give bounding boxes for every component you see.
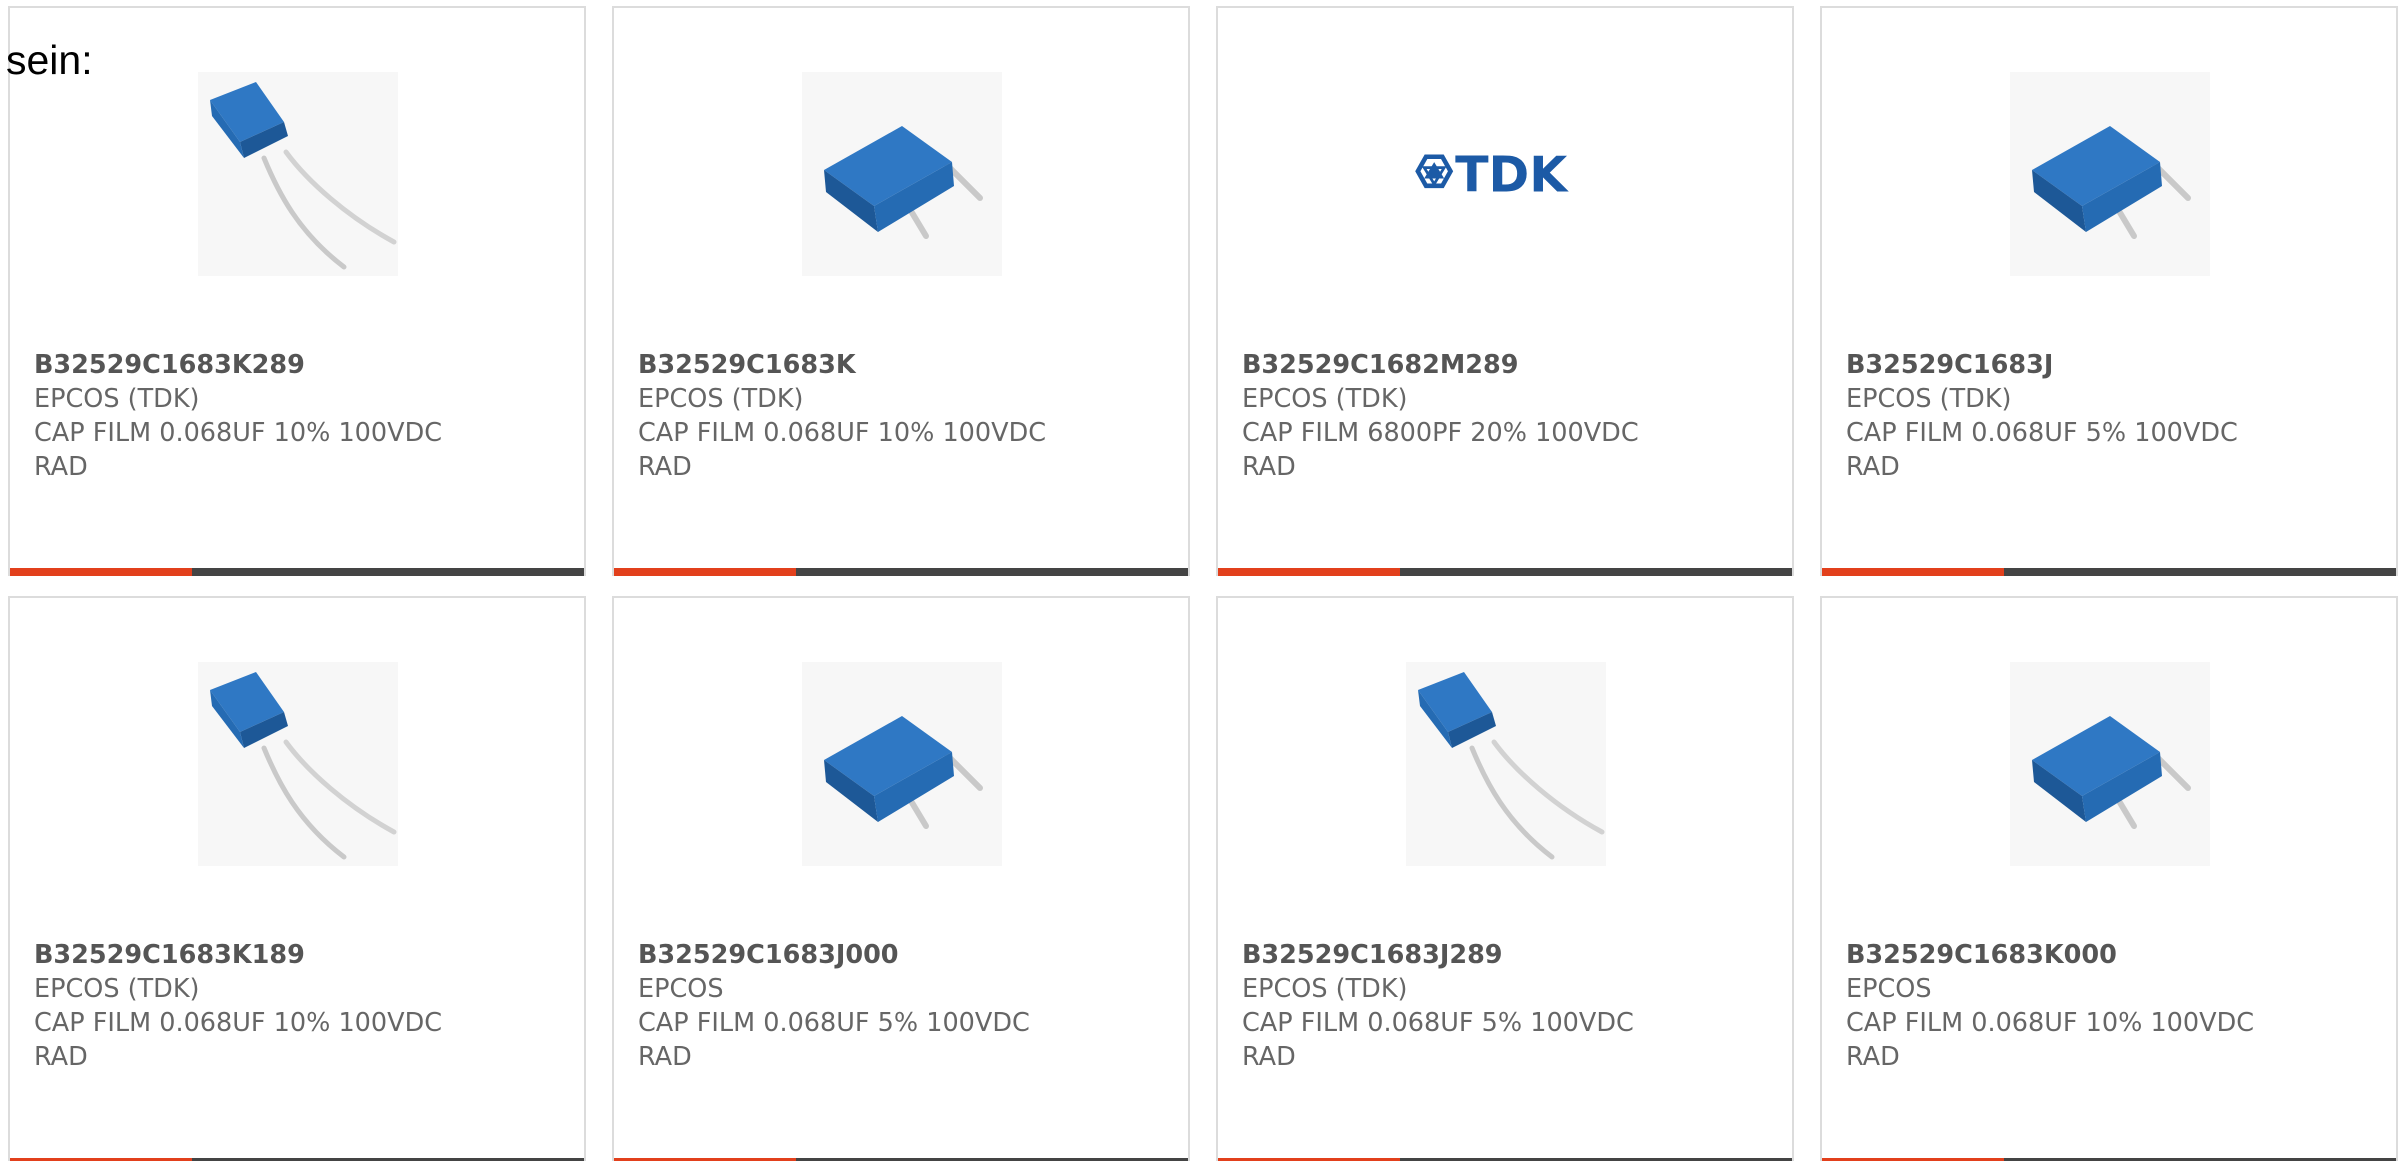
capacitor-box-short-leads-image xyxy=(802,662,1002,866)
card-accent-bar xyxy=(1822,568,2004,576)
capacitor-angled-long-leads-image xyxy=(1406,662,1606,866)
capacitor-angled-long-leads-image xyxy=(198,662,398,866)
manufacturer: EPCOS (TDK) xyxy=(1242,384,1408,414)
part-number-link[interactable]: B32529C1683K xyxy=(638,348,1158,382)
tdk-logo-image: TDK xyxy=(1406,72,1606,276)
description: CAP FILM 0.068UF 10% 100VDC xyxy=(34,418,443,448)
part-number-link[interactable]: B32529C1683K189 xyxy=(34,938,554,972)
product-info: B32529C1683J289 EPCOS (TDK) CAP FILM 0.0… xyxy=(1242,938,1762,1074)
product-info: B32529C1683K189 EPCOS (TDK) CAP FILM 0.0… xyxy=(34,938,554,1074)
card-accent-bar xyxy=(614,568,796,576)
capacitor-box-short-leads-image xyxy=(2010,662,2210,866)
capacitor-angled-long-leads-image xyxy=(198,72,398,276)
part-number-link[interactable]: B32529C1683K289 xyxy=(34,348,554,382)
part-number-link[interactable]: B32529C1683J xyxy=(1846,348,2366,382)
manufacturer: EPCOS xyxy=(638,974,724,1004)
card-accent-bar xyxy=(1218,568,1400,576)
capacitor-box-short-leads-image xyxy=(2010,72,2210,276)
card-bottom-bar xyxy=(10,568,584,576)
card-accent-bar xyxy=(10,568,192,576)
card-bottom-bar xyxy=(1218,568,1792,576)
product-info: B32529C1683J000 EPCOS CAP FILM 0.068UF 5… xyxy=(638,938,1158,1074)
description-continued: RAD xyxy=(1242,452,1296,482)
description: CAP FILM 0.068UF 5% 100VDC xyxy=(1242,1008,1634,1038)
product-card[interactable]: B32529C1683J EPCOS (TDK) CAP FILM 0.068U… xyxy=(1820,6,2398,576)
part-number-link[interactable]: B32529C1682M289 xyxy=(1242,348,1762,382)
description-continued: RAD xyxy=(1846,1042,1900,1072)
svg-text:TDK: TDK xyxy=(1455,145,1569,203)
description-continued: RAD xyxy=(1242,1042,1296,1072)
manufacturer: EPCOS (TDK) xyxy=(34,974,200,1004)
description: CAP FILM 0.068UF 5% 100VDC xyxy=(1846,418,2238,448)
description-continued: RAD xyxy=(638,452,692,482)
description-continued: RAD xyxy=(1846,452,1900,482)
product-card[interactable]: B32529C1683K000 EPCOS CAP FILM 0.068UF 1… xyxy=(1820,596,2398,1161)
product-info: B32529C1683K289 EPCOS (TDK) CAP FILM 0.0… xyxy=(34,348,554,484)
product-info: B32529C1683J EPCOS (TDK) CAP FILM 0.068U… xyxy=(1846,348,2366,484)
card-bottom-bar xyxy=(614,568,1188,576)
tdk-logo-icon xyxy=(1415,154,1454,189)
description: CAP FILM 0.068UF 10% 100VDC xyxy=(34,1008,443,1038)
product-card[interactable]: TDK B32529C1682M289 EPCOS (TDK) CAP FILM… xyxy=(1216,6,1794,576)
description-continued: RAD xyxy=(34,452,88,482)
manufacturer: EPCOS (TDK) xyxy=(1242,974,1408,1004)
product-info: B32529C1682M289 EPCOS (TDK) CAP FILM 680… xyxy=(1242,348,1762,484)
page: sein: B32529C1683K289 EPCOS (TDK) CAP FI… xyxy=(0,0,2400,1161)
product-card[interactable]: B32529C1683K189 EPCOS (TDK) CAP FILM 0.0… xyxy=(8,596,586,1161)
manufacturer: EPCOS (TDK) xyxy=(638,384,804,414)
description-continued: RAD xyxy=(34,1042,88,1072)
manufacturer: EPCOS (TDK) xyxy=(1846,384,2012,414)
product-info: B32529C1683K000 EPCOS CAP FILM 0.068UF 1… xyxy=(1846,938,2366,1074)
description: CAP FILM 0.068UF 10% 100VDC xyxy=(1846,1008,2255,1038)
product-info: B32529C1683K EPCOS (TDK) CAP FILM 0.068U… xyxy=(638,348,1158,484)
product-card[interactable]: B32529C1683K289 EPCOS (TDK) CAP FILM 0.0… xyxy=(8,6,586,576)
product-card[interactable]: B32529C1683K EPCOS (TDK) CAP FILM 0.068U… xyxy=(612,6,1190,576)
manufacturer: EPCOS (TDK) xyxy=(34,384,200,414)
part-number-link[interactable]: B32529C1683J289 xyxy=(1242,938,1762,972)
capacitor-box-short-leads-image xyxy=(802,72,1002,276)
part-number-link[interactable]: B32529C1683K000 xyxy=(1846,938,2366,972)
description: CAP FILM 6800PF 20% 100VDC xyxy=(1242,418,1639,448)
manufacturer: EPCOS xyxy=(1846,974,1932,1004)
part-number-link[interactable]: B32529C1683J000 xyxy=(638,938,1158,972)
description: CAP FILM 0.068UF 5% 100VDC xyxy=(638,1008,1030,1038)
intro-text: sein: xyxy=(6,37,93,83)
product-grid: B32529C1683K289 EPCOS (TDK) CAP FILM 0.0… xyxy=(8,6,2400,1161)
card-bottom-bar xyxy=(1822,568,2396,576)
product-card[interactable]: B32529C1683J000 EPCOS CAP FILM 0.068UF 5… xyxy=(612,596,1190,1161)
product-card[interactable]: B32529C1683J289 EPCOS (TDK) CAP FILM 0.0… xyxy=(1216,596,1794,1161)
description-continued: RAD xyxy=(638,1042,692,1072)
description: CAP FILM 0.068UF 10% 100VDC xyxy=(638,418,1047,448)
